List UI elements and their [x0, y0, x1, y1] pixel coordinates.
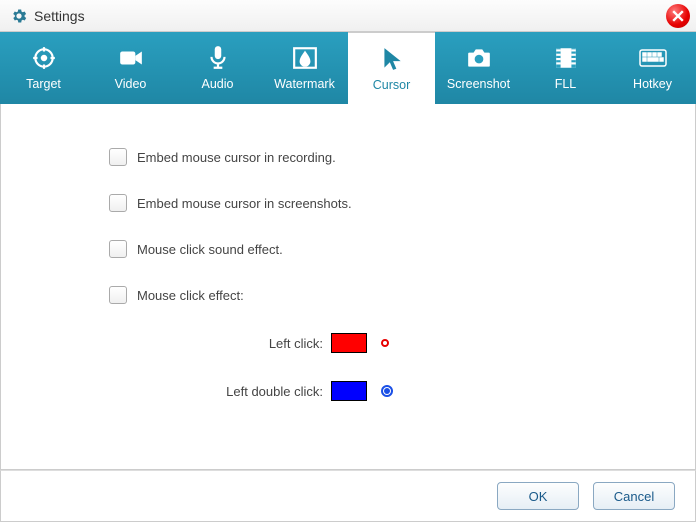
gear-icon [10, 7, 28, 25]
tab-hotkey[interactable]: Hotkey [609, 32, 696, 104]
tab-fll[interactable]: FLL [522, 32, 609, 104]
left-click-color-swatch[interactable] [331, 333, 367, 353]
filmstrip-icon [553, 45, 579, 71]
tab-label: Screenshot [447, 77, 510, 91]
cursor-icon [381, 46, 403, 72]
checkbox-embed-recording[interactable] [109, 148, 127, 166]
tab-label: Audio [202, 77, 234, 91]
checkbox-embed-screenshots[interactable] [109, 194, 127, 212]
ok-button[interactable]: OK [497, 482, 579, 510]
cancel-button[interactable]: Cancel [593, 482, 675, 510]
option-embed-screenshots: Embed mouse cursor in screenshots. [109, 194, 695, 212]
video-icon [118, 45, 144, 71]
camera-icon [466, 45, 492, 71]
tab-audio[interactable]: Audio [174, 32, 261, 104]
left-double-click-label: Left double click: [1, 384, 331, 399]
tab-bar: Target Video Audio Watermark Cursor [0, 32, 696, 104]
tab-label: FLL [555, 77, 577, 91]
left-click-color-row: Left click: [1, 332, 695, 354]
tab-label: Target [26, 77, 61, 91]
tab-label: Watermark [274, 77, 335, 91]
tab-label: Video [115, 77, 147, 91]
tab-cursor[interactable]: Cursor [348, 32, 435, 104]
tab-label: Hotkey [633, 77, 672, 91]
option-label: Embed mouse cursor in screenshots. [137, 196, 352, 211]
tab-watermark[interactable]: Watermark [261, 32, 348, 104]
keyboard-icon [639, 45, 667, 71]
tab-label: Cursor [373, 78, 411, 92]
option-click-effect: Mouse click effect: [109, 286, 695, 304]
close-button[interactable] [666, 4, 690, 28]
option-label: Mouse click sound effect. [137, 242, 283, 257]
tab-target[interactable]: Target [0, 32, 87, 104]
option-label: Embed mouse cursor in recording. [137, 150, 336, 165]
checkbox-click-effect[interactable] [109, 286, 127, 304]
left-click-indicator-icon [381, 339, 389, 347]
watermark-icon [292, 45, 318, 71]
left-click-label: Left click: [1, 336, 331, 351]
option-click-sound: Mouse click sound effect. [109, 240, 695, 258]
window-title: Settings [34, 8, 85, 24]
microphone-icon [207, 45, 229, 71]
settings-window: Settings Target Video Audio [0, 0, 696, 522]
click-effect-colors: Left click: Left double click: [1, 332, 695, 402]
left-double-click-color-row: Left double click: [1, 380, 695, 402]
option-embed-recording: Embed mouse cursor in recording. [109, 148, 695, 166]
left-double-click-color-swatch[interactable] [331, 381, 367, 401]
dialog-footer: OK Cancel [0, 470, 696, 522]
titlebar: Settings [0, 0, 696, 32]
checkbox-click-sound[interactable] [109, 240, 127, 258]
target-icon [31, 45, 57, 71]
left-double-click-indicator-icon [381, 385, 393, 397]
tab-screenshot[interactable]: Screenshot [435, 32, 522, 104]
cursor-settings-panel: Embed mouse cursor in recording. Embed m… [0, 104, 696, 470]
option-label: Mouse click effect: [137, 288, 244, 303]
tab-video[interactable]: Video [87, 32, 174, 104]
